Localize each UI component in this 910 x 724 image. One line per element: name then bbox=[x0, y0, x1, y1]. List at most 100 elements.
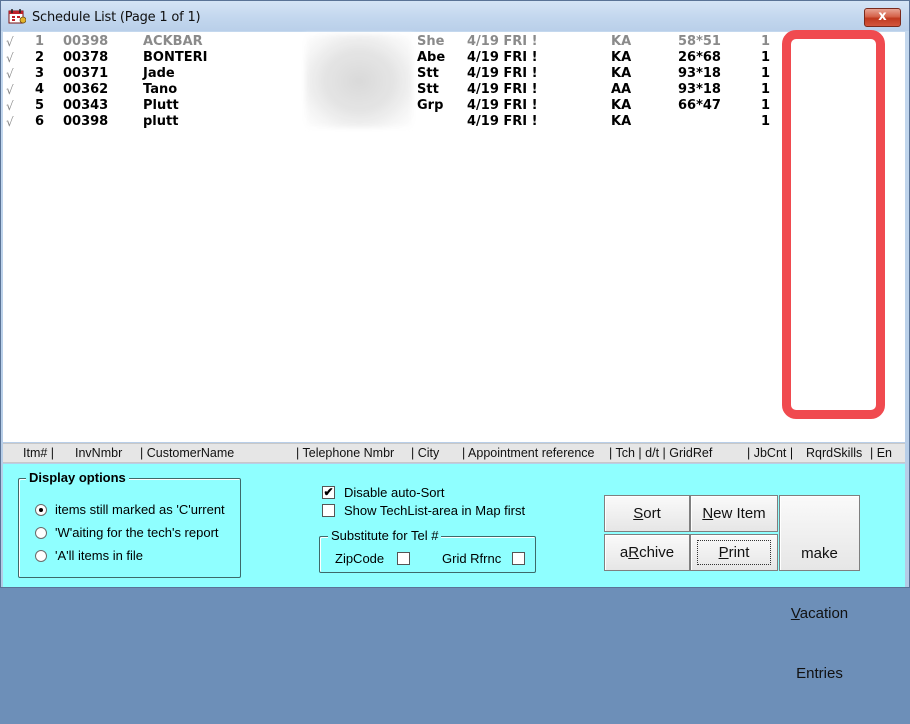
table-row[interactable]: √ 3 00371 Jade Stt 4/19 FRI ! KA 93*18 1 bbox=[3, 66, 905, 82]
row-job-count: 1 bbox=[761, 98, 771, 113]
row-job-count: 1 bbox=[761, 82, 771, 97]
show-techlist-box[interactable] bbox=[322, 504, 335, 517]
grid-rfrnc-label[interactable]: Grid Rfrnc bbox=[442, 551, 501, 566]
archive-button[interactable]: aRchive bbox=[604, 534, 690, 571]
sort-button[interactable]: Sort bbox=[604, 495, 690, 532]
new-item-button[interactable]: New Item bbox=[690, 495, 778, 532]
row-item-number: 3 bbox=[35, 66, 45, 81]
column-header-extra[interactable]: | En bbox=[870, 446, 892, 460]
display-options-group: Display options items still marked as 'C… bbox=[18, 470, 241, 578]
row-customer-name: Tano bbox=[143, 82, 178, 97]
row-grid-ref: 26*68 bbox=[678, 50, 721, 65]
row-invoice-number: 00371 bbox=[63, 66, 109, 81]
row-customer-name: Jade bbox=[143, 66, 175, 81]
row-grid-ref: 66*47 bbox=[678, 98, 721, 113]
row-city: Stt bbox=[417, 82, 439, 97]
row-appointment: 4/19 FRI ! bbox=[467, 66, 538, 81]
row-grid-ref: 93*18 bbox=[678, 82, 721, 97]
column-header-telephone[interactable]: | Telephone Nmbr bbox=[296, 446, 394, 460]
row-invoice-number: 00398 bbox=[63, 34, 109, 49]
table-row[interactable]: √ 5 00343 Plutt Grp 4/19 FRI ! KA 66*47 … bbox=[3, 98, 905, 114]
column-header-itm[interactable]: Itm# | bbox=[23, 446, 54, 460]
row-check-mark: √ bbox=[6, 83, 14, 97]
row-check-mark: √ bbox=[6, 99, 14, 113]
row-item-number: 1 bbox=[35, 34, 45, 49]
app-icon bbox=[8, 9, 26, 24]
row-city: Stt bbox=[417, 66, 439, 81]
row-appointment: 4/19 FRI ! bbox=[467, 98, 538, 113]
row-tech: AA bbox=[611, 82, 632, 97]
row-appointment: 4/19 FRI ! bbox=[467, 82, 538, 97]
row-invoice-number: 00398 bbox=[63, 114, 109, 129]
row-invoice-number: 00362 bbox=[63, 82, 109, 97]
bottom-panel: Display options items still marked as 'C… bbox=[3, 464, 905, 682]
row-invoice-number: 00378 bbox=[63, 50, 109, 65]
radio-current-dot[interactable] bbox=[35, 504, 47, 516]
print-button[interactable]: Print bbox=[690, 534, 778, 571]
row-city: Grp bbox=[417, 98, 444, 113]
substitute-tel-title: Substitute for Tel # bbox=[328, 528, 442, 543]
row-job-count: 1 bbox=[761, 34, 771, 49]
row-customer-name: Plutt bbox=[143, 98, 179, 113]
row-check-mark: √ bbox=[6, 51, 14, 65]
radio-current-label[interactable]: items still marked as 'C'urrent bbox=[55, 502, 225, 517]
row-customer-name: BONTERI bbox=[143, 50, 208, 65]
show-techlist-label[interactable]: Show TechList-area in Map first bbox=[344, 503, 525, 518]
close-button[interactable]: x bbox=[864, 8, 901, 27]
column-header-appointment[interactable]: | Appointment reference bbox=[462, 446, 595, 460]
radio-waiting-dot[interactable] bbox=[35, 527, 47, 539]
table-row[interactable]: √ 6 00398 plutt 4/19 FRI ! KA 1 bbox=[3, 114, 905, 130]
disable-autosort-box[interactable]: ✔ bbox=[322, 486, 335, 499]
row-job-count: 1 bbox=[761, 114, 771, 129]
red-highlight-annotation bbox=[782, 30, 885, 419]
table-row[interactable]: √ 1 00398 ACKBAR She 4/19 FRI ! KA 58*51… bbox=[3, 34, 905, 50]
row-item-number: 4 bbox=[35, 82, 45, 97]
column-header-bar[interactable]: Itm# | InvNmbr | CustomerName | Telephon… bbox=[3, 443, 905, 463]
row-tech: KA bbox=[611, 98, 632, 113]
row-customer-name: ACKBAR bbox=[143, 34, 203, 49]
grid-rfrnc-checkbox[interactable] bbox=[512, 552, 525, 565]
column-header-tech-grid[interactable]: | Tch | d/t | GridRef bbox=[609, 446, 712, 460]
title-bar[interactable]: Schedule List (Page 1 of 1) x bbox=[1, 1, 909, 31]
row-customer-name: plutt bbox=[143, 114, 179, 129]
row-invoice-number: 00343 bbox=[63, 98, 109, 113]
row-item-number: 6 bbox=[35, 114, 45, 129]
disable-autosort-label[interactable]: Disable auto-Sort bbox=[344, 485, 444, 500]
zipcode-label[interactable]: ZipCode bbox=[335, 551, 384, 566]
row-check-mark: √ bbox=[6, 115, 14, 129]
radio-all-label[interactable]: 'A'll items in file bbox=[55, 548, 143, 563]
column-header-skills[interactable]: RqrdSkills bbox=[806, 446, 862, 460]
row-appointment: 4/19 FRI ! bbox=[467, 114, 538, 129]
row-city: Abe bbox=[417, 50, 446, 65]
row-tech: KA bbox=[611, 50, 632, 65]
row-grid-ref: 93*18 bbox=[678, 66, 721, 81]
row-item-number: 2 bbox=[35, 50, 45, 65]
make-vacation-entries-button[interactable]: make Vacation Entries bbox=[779, 495, 860, 682]
column-header-jobcount[interactable]: | JbCnt | bbox=[747, 446, 793, 460]
schedule-list-window: Schedule List (Page 1 of 1) x √ 1 00398 … bbox=[0, 0, 910, 682]
window-title: Schedule List (Page 1 of 1) bbox=[32, 10, 201, 25]
row-tech: KA bbox=[611, 114, 632, 129]
table-row[interactable]: √ 4 00362 Tano Stt 4/19 FRI ! AA 93*18 1 bbox=[3, 82, 905, 98]
row-tech: KA bbox=[611, 66, 632, 81]
close-icon: x bbox=[878, 9, 887, 24]
row-job-count: 1 bbox=[761, 50, 771, 65]
radio-all-dot[interactable] bbox=[35, 550, 47, 562]
row-city: She bbox=[417, 34, 445, 49]
row-grid-ref: 58*51 bbox=[678, 34, 721, 49]
row-check-mark: √ bbox=[6, 67, 14, 81]
row-appointment: 4/19 FRI ! bbox=[467, 34, 538, 49]
substitute-tel-group: Substitute for Tel # ZipCode Grid Rfrnc bbox=[319, 528, 536, 573]
table-row[interactable]: √ 2 00378 BONTERI Abe 4/19 FRI ! KA 26*6… bbox=[3, 50, 905, 66]
schedule-list[interactable]: √ 1 00398 ACKBAR She 4/19 FRI ! KA 58*51… bbox=[3, 32, 905, 442]
row-tech: KA bbox=[611, 34, 632, 49]
column-header-customer[interactable]: | CustomerName bbox=[140, 446, 234, 460]
column-header-city[interactable]: | City bbox=[411, 446, 439, 460]
row-item-number: 5 bbox=[35, 98, 45, 113]
zipcode-checkbox[interactable] bbox=[397, 552, 410, 565]
radio-waiting-label[interactable]: 'W'aiting for the tech's report bbox=[55, 525, 219, 540]
row-check-mark: √ bbox=[6, 35, 14, 49]
column-header-invnmbr[interactable]: InvNmbr bbox=[75, 446, 122, 460]
row-appointment: 4/19 FRI ! bbox=[467, 50, 538, 65]
row-job-count: 1 bbox=[761, 66, 771, 81]
